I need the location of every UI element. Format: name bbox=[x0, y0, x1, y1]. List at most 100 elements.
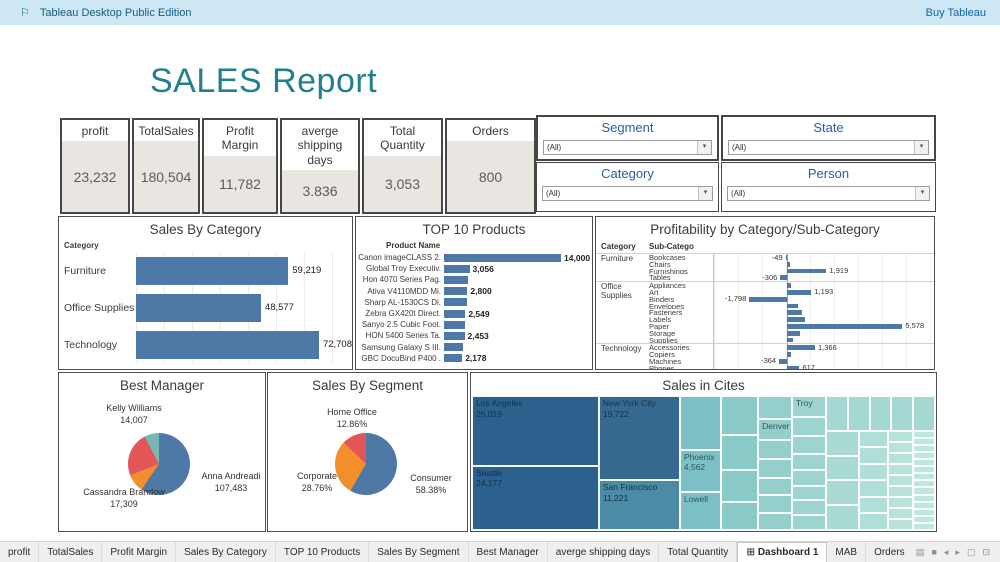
treemap-cell[interactable] bbox=[913, 438, 935, 445]
bar-accessories[interactable] bbox=[787, 345, 815, 350]
treemap-cell[interactable] bbox=[913, 495, 935, 502]
tab-profit-margin[interactable]: Profit Margin bbox=[102, 542, 176, 562]
filter-dropdown-category[interactable]: (All)▾ bbox=[542, 186, 713, 201]
treemap-cell-cell[interactable] bbox=[721, 435, 759, 470]
treemap-cell-cell[interactable] bbox=[758, 440, 792, 459]
treemap-cell[interactable] bbox=[859, 431, 888, 448]
bar-office-supplies[interactable] bbox=[136, 294, 261, 322]
treemap-cell-cell[interactable] bbox=[792, 436, 826, 453]
kpi-card-totalsales[interactable]: TotalSales180,504 bbox=[132, 118, 200, 214]
treemap-cell[interactable] bbox=[888, 497, 913, 508]
bar-fasteners[interactable] bbox=[787, 310, 803, 315]
treemap-cell-los-angeles[interactable]: Los Angeles26,019 bbox=[472, 396, 599, 466]
treemap-cell[interactable] bbox=[888, 453, 913, 464]
treemap-cell[interactable] bbox=[913, 502, 935, 509]
treemap-cell-cell[interactable] bbox=[792, 486, 826, 501]
treemap-cell[interactable] bbox=[888, 431, 913, 442]
bar-hon-5400-series-ta[interactable] bbox=[444, 332, 465, 340]
treemap-cell[interactable] bbox=[888, 486, 913, 497]
treemap-cell[interactable] bbox=[888, 464, 913, 475]
treemap-cell-cell[interactable] bbox=[792, 417, 826, 436]
bar-global-troy-executiv[interactable] bbox=[444, 265, 470, 273]
tab-total-quantity[interactable]: Total Quantity bbox=[659, 542, 737, 562]
tab-sales-by-category[interactable]: Sales By Category bbox=[176, 542, 276, 562]
treemap-cell[interactable] bbox=[913, 509, 935, 516]
treemap-cell-cell[interactable] bbox=[758, 513, 792, 530]
bar-furnishings[interactable] bbox=[787, 269, 827, 274]
treemap-cell[interactable] bbox=[888, 519, 913, 530]
treemap-cell[interactable] bbox=[826, 431, 859, 456]
filmstrip-icon[interactable]: ▤ bbox=[916, 547, 925, 558]
kpi-card-total-quantity[interactable]: Total Quantity3,053 bbox=[362, 118, 443, 214]
kpi-card-averge-shipping-days[interactable]: averge shipping days3.836 bbox=[280, 118, 360, 214]
treemap-cell[interactable] bbox=[848, 396, 870, 431]
bar-samsung-galaxy-s-iii[interactable] bbox=[444, 343, 463, 351]
treemap-cell-phoenix[interactable]: Phoenix4,562 bbox=[680, 450, 721, 493]
prev-sheet-icon[interactable]: ◂ bbox=[944, 547, 949, 558]
bar-zebra-gx420t-direct[interactable] bbox=[444, 310, 465, 318]
treemap-cell-cell[interactable] bbox=[721, 396, 759, 435]
next-sheet-icon[interactable]: ▸ bbox=[955, 547, 960, 558]
treemap-cell-seattle[interactable]: Seattle24,177 bbox=[472, 466, 599, 530]
bar-furniture[interactable] bbox=[136, 257, 288, 285]
treemap-cell[interactable] bbox=[870, 396, 892, 431]
treemap-cell[interactable] bbox=[913, 473, 935, 480]
treemap-cell[interactable] bbox=[859, 497, 888, 514]
bar-technology[interactable] bbox=[136, 331, 319, 359]
treemap-cell-new-york-city[interactable]: New York City19,722 bbox=[599, 396, 680, 480]
kpi-card-orders[interactable]: Orders800 bbox=[445, 118, 536, 214]
tab-sales-by-segment[interactable]: Sales By Segment bbox=[369, 542, 468, 562]
bar-sharp-al-1530cs-di[interactable] bbox=[444, 298, 467, 306]
bar-gbc-docubind-p400[interactable] bbox=[444, 354, 462, 362]
bar-hon-4070-series-pag[interactable] bbox=[444, 276, 468, 284]
filter-dropdown-person[interactable]: (All)▾ bbox=[727, 186, 930, 201]
tab-profit[interactable]: profit bbox=[0, 542, 39, 562]
bar-binders[interactable] bbox=[749, 297, 786, 302]
dropdown-arrow-icon[interactable]: ▾ bbox=[698, 187, 712, 200]
bar-art[interactable] bbox=[787, 290, 812, 295]
treemap-cell-cell[interactable] bbox=[792, 454, 826, 470]
treemap-cell-lowell[interactable]: Lowell bbox=[680, 492, 721, 530]
tab-dashboard-1[interactable]: ⊞Dashboard 1 bbox=[737, 542, 827, 562]
treemap-cell-denver[interactable]: Denver bbox=[758, 419, 792, 440]
kpi-card-profit[interactable]: profit23,232 bbox=[60, 118, 130, 214]
treemap-cell[interactable] bbox=[859, 513, 888, 530]
bar-canon-imageclass-2[interactable] bbox=[444, 254, 561, 262]
bar-labels[interactable] bbox=[787, 317, 806, 322]
treemap-cell[interactable] bbox=[913, 516, 935, 523]
tab-mab[interactable]: MAB bbox=[827, 542, 866, 562]
bar-supplies[interactable] bbox=[787, 338, 793, 343]
dropdown-arrow-icon[interactable]: ▾ bbox=[697, 141, 711, 154]
flag-icon[interactable]: ⚐ bbox=[20, 6, 30, 19]
treemap-cell-cell[interactable] bbox=[792, 470, 826, 486]
show-sheet-icon[interactable]: ■ bbox=[931, 547, 936, 557]
treemap-cell[interactable] bbox=[826, 505, 859, 530]
treemap-cell[interactable] bbox=[859, 464, 888, 481]
filter-dropdown-state[interactable]: (All)▾ bbox=[728, 140, 929, 155]
treemap-cell[interactable] bbox=[913, 487, 935, 494]
dropdown-arrow-icon[interactable]: ▾ bbox=[915, 187, 929, 200]
treemap-cell[interactable] bbox=[913, 466, 935, 473]
treemap-cell[interactable] bbox=[891, 396, 913, 431]
treemap-cell[interactable] bbox=[913, 396, 935, 431]
treemap-cell[interactable] bbox=[913, 452, 935, 459]
treemap-cell[interactable] bbox=[913, 445, 935, 452]
bar-copiers[interactable] bbox=[787, 352, 792, 357]
bar-bookcases[interactable] bbox=[786, 255, 787, 260]
treemap-cell[interactable] bbox=[826, 456, 859, 481]
treemap-cell[interactable] bbox=[913, 523, 935, 530]
best-manager-pie[interactable] bbox=[128, 433, 190, 495]
tab-best-manager[interactable]: Best Manager bbox=[469, 542, 548, 562]
treemap-cell-cell[interactable] bbox=[758, 459, 792, 478]
tab-averge-shipping-days[interactable]: averge shipping days bbox=[548, 542, 660, 562]
treemap-cell-san-francisco[interactable]: San Francisco11,221 bbox=[599, 480, 680, 530]
tab-totalsales[interactable]: TotalSales bbox=[39, 542, 102, 562]
bar-tables[interactable] bbox=[780, 275, 786, 280]
tab-orders[interactable]: Orders bbox=[866, 542, 906, 562]
treemap-cell[interactable] bbox=[913, 459, 935, 466]
treemap-cell-cell[interactable] bbox=[758, 495, 792, 512]
treemap-cell[interactable] bbox=[859, 480, 888, 497]
kpi-card-profit-margin[interactable]: Profit Margin11,782 bbox=[202, 118, 278, 214]
treemap-cell-troy[interactable]: Troy bbox=[792, 396, 826, 417]
treemap-cell[interactable] bbox=[826, 396, 848, 431]
